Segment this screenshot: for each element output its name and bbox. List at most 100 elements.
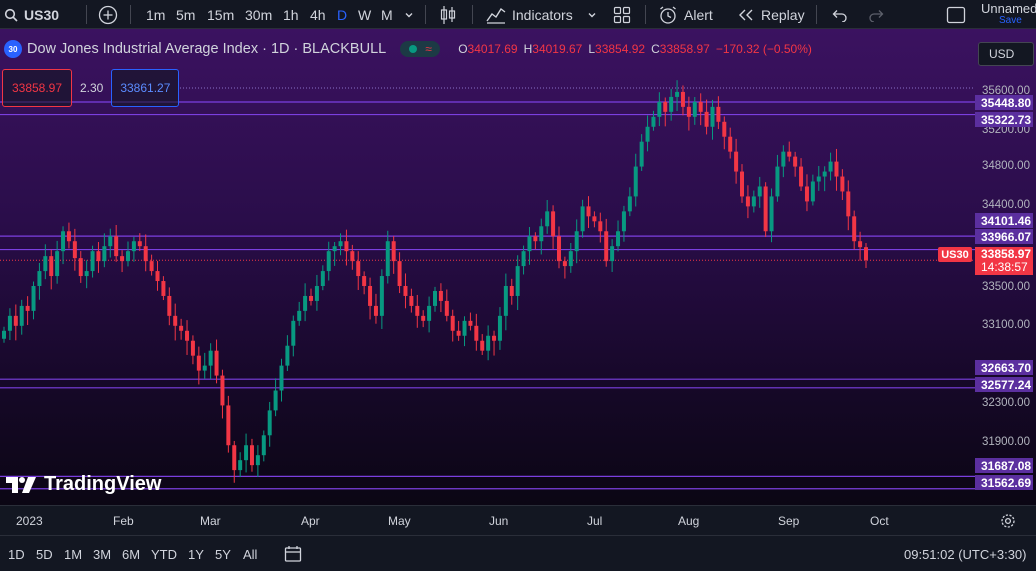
candle-body (444, 300, 449, 316)
layout-save[interactable]: Unnamed Save (981, 0, 1036, 29)
time-tick: Sep (778, 514, 800, 528)
range-6m[interactable]: 6M (122, 547, 140, 562)
range-5d[interactable]: 5D (36, 547, 53, 562)
candle-body (556, 236, 561, 262)
candle-body (858, 241, 863, 248)
candles-icon (439, 5, 457, 25)
candle-body (663, 101, 668, 112)
price-tick: 33100.00 (982, 319, 1030, 331)
timeframe-5m[interactable]: 5m (176, 0, 195, 29)
sell-button[interactable]: 33858.97 (2, 69, 72, 107)
candle-body (373, 305, 378, 316)
candle-body (185, 330, 190, 341)
chevron-down-icon (587, 10, 597, 20)
timeframe-dropdown[interactable] (404, 0, 414, 29)
hline-price-tag[interactable]: 35322.73 (975, 112, 1033, 127)
currency-selector[interactable]: USD (978, 42, 1034, 66)
rewind-icon (737, 8, 755, 22)
indicators-icon (486, 6, 506, 24)
candle-body (78, 258, 83, 277)
alert-button[interactable]: Alert (658, 0, 713, 29)
candle-body (804, 186, 809, 202)
candle-body (645, 126, 650, 142)
timeframe-d[interactable]: D (337, 0, 347, 29)
symbol-search[interactable]: US30 (4, 0, 59, 29)
candle-body (273, 390, 278, 411)
last-price-tag: 33858.97 14:38:57 (975, 247, 1033, 275)
candle-body (716, 106, 721, 122)
hline-price-tag[interactable]: 34101.46 (975, 213, 1033, 228)
candle-body (610, 246, 615, 262)
range-all[interactable]: All (243, 547, 257, 562)
clock-timezone[interactable]: 09:51:02 (UTC+3:30) (904, 547, 1026, 562)
buy-button[interactable]: 33861.27 (111, 69, 180, 107)
hline-price-tag[interactable]: 31687.08 (975, 458, 1033, 473)
symbol-logo: 30 (4, 40, 22, 58)
chart-settings-button[interactable] (1000, 513, 1016, 534)
indicators-button[interactable]: Indicators (486, 0, 573, 29)
market-status[interactable]: ≈ (400, 41, 441, 57)
go-to-date-button[interactable] (284, 545, 302, 568)
candle-body (521, 251, 526, 267)
candle-body (285, 345, 290, 366)
low-value: 33854.92 (595, 42, 646, 56)
timeframe-15m[interactable]: 15m (207, 0, 234, 29)
close-value: 33858.97 (659, 42, 710, 56)
range-3m[interactable]: 3M (93, 547, 111, 562)
candle-body (822, 171, 827, 177)
redo-button[interactable] (868, 0, 886, 29)
price-tick: 33500.00 (982, 281, 1030, 293)
time-axis[interactable]: 2023 Feb Mar Apr May Jun Jul Aug Sep Oct (0, 505, 1036, 535)
candle-body (173, 315, 178, 326)
timeframe-1m[interactable]: 1m (146, 0, 165, 29)
range-1y[interactable]: 1Y (188, 547, 204, 562)
fullscreen-button[interactable] (946, 0, 966, 29)
templates-button[interactable] (613, 0, 631, 29)
save-label: Save (999, 14, 1022, 26)
timeframe-w[interactable]: W (358, 0, 371, 29)
range-1m[interactable]: 1M (64, 547, 82, 562)
candle-body (474, 325, 479, 341)
candle-body (155, 271, 160, 282)
candle-body (692, 101, 697, 117)
price-tick: 34400.00 (982, 199, 1030, 211)
indicators-dropdown[interactable] (587, 0, 597, 29)
range-1d[interactable]: 1D (8, 547, 25, 562)
hline-price-tag[interactable]: 32663.70 (975, 360, 1033, 375)
tradingview-logo[interactable]: TradingView (6, 473, 161, 496)
timeframe-4h[interactable]: 4h (310, 0, 326, 29)
candle-body (120, 256, 125, 262)
replay-label: Replay (761, 6, 805, 23)
chart-title[interactable]: Dow Jones Industrial Average Index · 1D … (27, 41, 386, 57)
compare-button[interactable] (98, 0, 118, 29)
undo-button[interactable] (830, 0, 848, 29)
timeframe-m[interactable]: M (381, 0, 393, 29)
replay-button[interactable]: Replay (737, 0, 805, 29)
candle-body (450, 315, 455, 331)
alarm-clock-icon (658, 5, 678, 25)
candle-body (244, 445, 249, 461)
timeframe-1h[interactable]: 1h (283, 0, 299, 29)
price-tick: 34800.00 (982, 160, 1030, 172)
hline-price-tag[interactable]: 32577.24 (975, 377, 1033, 392)
range-5y[interactable]: 5Y (215, 547, 231, 562)
candle-body (391, 241, 396, 262)
range-ytd[interactable]: YTD (151, 547, 177, 562)
candle-body (799, 166, 804, 187)
chart-type-button[interactable] (439, 0, 457, 29)
layout-name: Unnamed (981, 0, 1036, 16)
timeframe-30m[interactable]: 30m (245, 0, 272, 29)
candle-body (775, 166, 780, 197)
candle-body (415, 305, 420, 316)
hline-price-tag[interactable]: 31562.69 (975, 475, 1033, 490)
candle-body (680, 91, 685, 107)
candle-body (291, 320, 296, 346)
hline-price-tag[interactable]: 33966.07 (975, 229, 1033, 244)
hline-price-tag[interactable]: 35448.80 (975, 95, 1033, 110)
candle-body (409, 295, 414, 306)
candle-body (167, 295, 172, 316)
symbol-price-tag: US30 (938, 247, 972, 262)
chart-pane[interactable]: 30 Dow Jones Industrial Average Index · … (0, 29, 1036, 505)
calendar-icon (284, 546, 302, 562)
divider (130, 5, 131, 24)
